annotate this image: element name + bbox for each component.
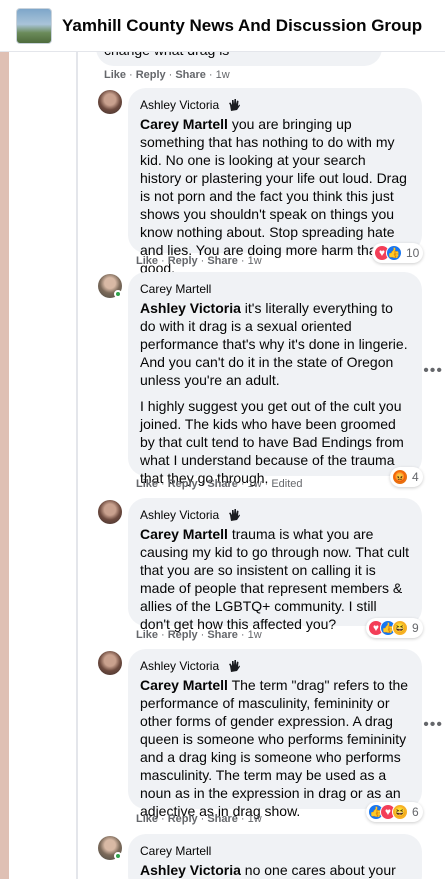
- mention-link[interactable]: Ashley Victoria: [140, 300, 241, 316]
- reply-link[interactable]: Reply: [168, 255, 198, 267]
- timestamp[interactable]: 1w: [248, 813, 262, 825]
- reaction-summary[interactable]: 👍 ♥ 😆 6: [366, 802, 423, 822]
- angry-reaction-icon: 😡: [392, 469, 408, 485]
- like-reaction-icon: 👍: [386, 245, 402, 261]
- share-link[interactable]: Share: [207, 629, 238, 641]
- mention-link[interactable]: Carey Martell: [140, 116, 228, 132]
- timestamp[interactable]: 1w: [248, 478, 262, 490]
- comment-text: Carey Martell trauma is what you are cau…: [140, 526, 410, 632]
- share-link[interactable]: Share: [207, 478, 238, 490]
- comment-author[interactable]: Ashley Victoria: [140, 508, 219, 522]
- timestamp[interactable]: 1w: [216, 69, 230, 81]
- edited-label: Edited: [271, 478, 303, 490]
- comment-text: Carey Martell The term "drag" refers to …: [140, 677, 409, 819]
- comment-author[interactable]: Ashley Victoria: [140, 659, 219, 673]
- avatar[interactable]: [98, 90, 122, 114]
- online-status-indicator: [114, 852, 122, 860]
- avatar[interactable]: [98, 500, 122, 524]
- comment-actions: Like · Reply · Share · 1w: [136, 813, 262, 825]
- comment-paragraph: I highly suggest you get out of the cult…: [140, 398, 404, 486]
- comment-bubble: Carey Martell Ashley Victoria it's liter…: [128, 272, 422, 486]
- avatar[interactable]: [98, 651, 122, 675]
- reply-link[interactable]: Reply: [136, 69, 166, 81]
- group-header: Yamhill County News And Discussion Group: [0, 0, 445, 52]
- timestamp[interactable]: 1w: [248, 629, 262, 641]
- reply-link[interactable]: Reply: [168, 478, 198, 490]
- share-link[interactable]: Share: [175, 69, 206, 81]
- comment-actions: Like · Reply · Share · 1w: [104, 69, 230, 81]
- reaction-summary[interactable]: ♥ 👍 😆 9: [366, 618, 423, 638]
- group-title[interactable]: Yamhill County News And Discussion Group: [62, 16, 422, 36]
- comment-bubble: Ashley Victoria Carey Martell The term "…: [128, 649, 422, 819]
- like-link[interactable]: Like: [136, 255, 158, 267]
- mention-link[interactable]: Carey Martell: [140, 677, 228, 693]
- comment-author[interactable]: Carey Martell: [140, 844, 211, 858]
- top-fan-hand-icon: [229, 99, 241, 111]
- comment-author[interactable]: Ashley Victoria: [140, 98, 219, 112]
- timestamp[interactable]: 1w: [248, 255, 262, 267]
- thread-line: [76, 0, 78, 879]
- like-link[interactable]: Like: [136, 629, 158, 641]
- share-link[interactable]: Share: [207, 255, 238, 267]
- like-link[interactable]: Like: [136, 478, 158, 490]
- haha-reaction-icon: 😆: [392, 620, 408, 636]
- comment-bubble: Ashley Victoria Carey Martell trauma is …: [128, 498, 422, 632]
- reaction-count: 9: [412, 621, 419, 635]
- mention-link[interactable]: Carey Martell: [140, 526, 228, 542]
- more-horizontal-icon[interactable]: •••: [423, 362, 443, 380]
- reaction-count: 6: [412, 805, 419, 819]
- comment-bubble: Carey Martell Ashley Victoria no one car…: [128, 834, 422, 879]
- comment-text: Ashley Victoria no one cares about your …: [140, 862, 396, 878]
- comment-author[interactable]: Carey Martell: [140, 282, 211, 296]
- reaction-summary[interactable]: ♥ 👍 10: [372, 243, 424, 263]
- mention-link[interactable]: Ashley Victoria: [140, 862, 241, 878]
- comment-actions: Like · Reply · Share · 1w: [136, 629, 262, 641]
- reply-link[interactable]: Reply: [168, 629, 198, 641]
- reply-link[interactable]: Reply: [168, 813, 198, 825]
- reaction-count: 10: [406, 246, 420, 260]
- top-fan-hand-icon: [229, 660, 241, 672]
- top-fan-hand-icon: [229, 509, 241, 521]
- comment-actions: Like · Reply · Share · 1w: [136, 255, 262, 267]
- share-link[interactable]: Share: [207, 813, 238, 825]
- comment-text: Carey Martell you are bringing up someth…: [140, 116, 407, 276]
- more-horizontal-icon[interactable]: •••: [423, 716, 443, 734]
- like-link[interactable]: Like: [136, 813, 158, 825]
- online-status-indicator: [114, 290, 122, 298]
- reaction-count: 4: [412, 470, 419, 484]
- reaction-summary[interactable]: 😡 4: [390, 467, 423, 487]
- like-link[interactable]: Like: [104, 69, 126, 81]
- left-border-strip: [0, 0, 9, 879]
- comment-bubble: Ashley Victoria Carey Martell you are br…: [128, 88, 422, 276]
- group-avatar[interactable]: [16, 7, 52, 44]
- comment-text: Ashley Victoria it's literally everythin…: [140, 299, 410, 487]
- comment-actions: Like · Reply · Share · 1w · Edited: [136, 478, 303, 490]
- haha-reaction-icon: 😆: [392, 804, 408, 820]
